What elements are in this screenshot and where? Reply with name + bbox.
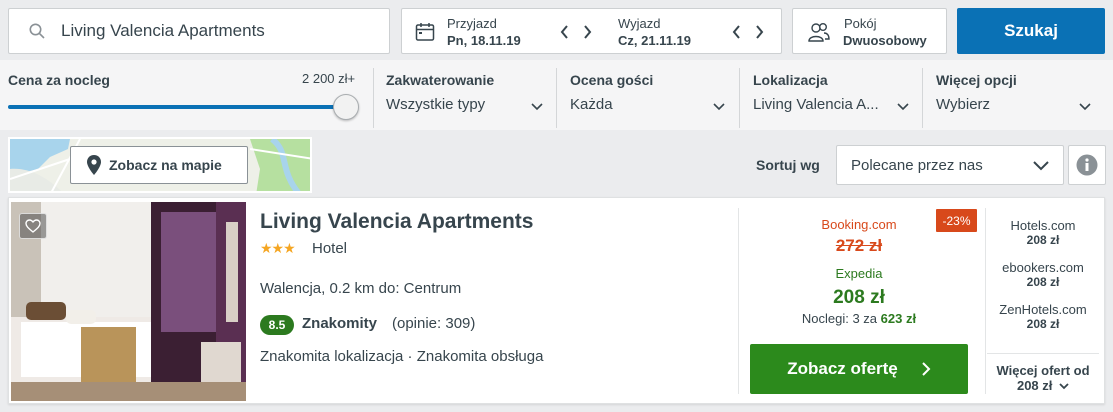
- sort-label: Sortuj wg: [756, 157, 820, 173]
- rooms-label: Pokój: [844, 16, 877, 31]
- filter-divider: [373, 68, 374, 128]
- alt-deal-item[interactable]: ZenHotels.com 208 zł: [987, 302, 1099, 331]
- checkin-prev-next-arrows[interactable]: [560, 24, 596, 40]
- card-divider: [985, 208, 986, 394]
- view-on-map-label: Zobacz na mapie: [109, 157, 222, 173]
- view-on-map-button[interactable]: Zobacz na mapie: [70, 146, 248, 184]
- hotel-name-link[interactable]: Living Valencia Apartments: [260, 210, 533, 234]
- alt-deal-item[interactable]: Hotels.com 208 zł: [987, 218, 1099, 247]
- alt-deal-site: ZenHotels.com: [999, 302, 1087, 317]
- rating-count[interactable]: (opinie: 309): [392, 315, 475, 332]
- rooms-value: Dwuosobowy: [843, 33, 927, 48]
- price-filter-title: Cena za nocleg: [8, 72, 110, 88]
- more-options-filter-value: Wybierz: [936, 96, 991, 113]
- hotel-photo[interactable]: [11, 202, 246, 401]
- guest-rating-filter-dropdown[interactable]: Każda: [570, 94, 730, 118]
- best-deal-source: Expedia: [835, 266, 883, 281]
- accommodation-filter-value: Wszystkie typy: [386, 96, 486, 113]
- old-price-source: Booking.com: [821, 217, 897, 232]
- location-filter-title: Lokalizacja: [753, 72, 828, 88]
- location-filter-value: Living Valencia A...: [753, 96, 879, 113]
- hotel-location[interactable]: Walencja, 0.2 km do: Centrum: [260, 280, 461, 297]
- alt-deal-price: 208 zł: [1026, 233, 1060, 247]
- accommodation-filter-title: Zakwaterowanie: [386, 72, 495, 88]
- alt-deal-price: 208 zł: [1026, 275, 1060, 289]
- card-divider: [738, 208, 739, 394]
- search-input-value: Living Valencia Apartments: [61, 21, 265, 40]
- sort-info-button[interactable]: [1068, 145, 1106, 185]
- alt-divider: [987, 353, 1099, 354]
- room-selector[interactable]: Pokój Dwuosobowy: [792, 8, 947, 54]
- rating-word[interactable]: Znakomity: [302, 315, 377, 332]
- nights-total-price: 623 zł: [880, 311, 917, 326]
- alt-deal-site: ebookers.com: [1002, 260, 1084, 275]
- search-input[interactable]: Living Valencia Apartments: [8, 8, 390, 54]
- location-filter-dropdown[interactable]: Living Valencia A...: [753, 94, 913, 118]
- more-offers-label: Więcej ofert od: [996, 363, 1090, 378]
- hotel-type: Hotel: [312, 240, 348, 257]
- guest-rating-filter-title: Ocena gości: [570, 72, 654, 88]
- hotel-features: Znakomita lokalizacja · Znakomita obsług…: [260, 348, 544, 365]
- search-button[interactable]: Szukaj: [957, 8, 1105, 54]
- guests-icon: [808, 23, 830, 42]
- old-price: 272 zł: [835, 236, 883, 255]
- best-deal-price: 208 zł: [833, 287, 885, 308]
- hotel-result-card[interactable]: Living Valencia Apartments ★★★ Hotel Wal…: [8, 197, 1105, 404]
- chevron-right-icon: [922, 362, 931, 376]
- alt-deal-item[interactable]: ebookers.com 208 zł: [987, 260, 1099, 289]
- chevron-down-icon: [713, 103, 725, 111]
- accommodation-filter-dropdown[interactable]: Wszystkie typy: [386, 94, 546, 118]
- chevron-down-icon: [1059, 383, 1069, 390]
- checkout-prev-next-arrows[interactable]: [732, 24, 768, 40]
- filter-bar: Cena za nocleg 2 200 zł+ Zakwaterowanie …: [0, 60, 1113, 130]
- discount-badge: -23%: [936, 209, 977, 232]
- map-pin-icon: [87, 155, 101, 175]
- filter-divider: [556, 68, 557, 128]
- search-icon: [29, 23, 45, 39]
- nights-total: Noclegi: 3 za 623 zł: [769, 311, 949, 326]
- rating-score-badge: 8.5: [260, 315, 294, 335]
- alt-deal-site: Hotels.com: [1010, 218, 1076, 233]
- date-picker[interactable]: Przyjazd Pn, 18.11.19 Wyjazd Cz, 21.11.1…: [401, 8, 782, 54]
- more-offers-button[interactable]: Więcej ofert od 208 zł: [987, 363, 1099, 393]
- checkout-value[interactable]: Cz, 21.11.19: [618, 33, 691, 48]
- view-deal-button[interactable]: Zobacz ofertę: [750, 344, 968, 394]
- filter-divider: [922, 68, 923, 128]
- more-options-filter-title: Więcej opcji: [936, 72, 1017, 88]
- chevron-down-icon: [1079, 103, 1091, 111]
- sort-value: Polecane przez nas: [851, 157, 983, 174]
- more-options-filter-dropdown[interactable]: Wybierz: [936, 94, 1096, 118]
- hotel-stars: ★★★: [260, 240, 296, 256]
- more-offers-price: 208 zł: [1016, 378, 1053, 393]
- guest-rating-filter-value: Każda: [570, 96, 613, 113]
- checkin-label: Przyjazd: [447, 16, 497, 31]
- price-slider-handle[interactable]: [333, 94, 359, 120]
- favorite-button[interactable]: [19, 213, 47, 239]
- chevron-down-icon: [1033, 161, 1049, 171]
- checkout-label: Wyjazd: [618, 16, 661, 31]
- alt-deal-price: 208 zł: [1026, 317, 1060, 331]
- info-icon: [1076, 154, 1098, 176]
- chevron-down-icon: [531, 103, 543, 111]
- price-slider-track[interactable]: [8, 105, 346, 109]
- sort-dropdown[interactable]: Polecane przez nas: [836, 145, 1064, 185]
- filter-divider: [739, 68, 740, 128]
- heart-icon: [25, 219, 41, 233]
- price-filter-max: 2 200 zł+: [302, 71, 356, 86]
- calendar-icon: [415, 23, 435, 41]
- view-deal-label: Zobacz ofertę: [787, 359, 898, 378]
- nights-prefix: Noclegi: 3 za: [801, 311, 878, 326]
- checkin-value[interactable]: Pn, 18.11.19: [447, 33, 521, 48]
- chevron-down-icon: [897, 103, 909, 111]
